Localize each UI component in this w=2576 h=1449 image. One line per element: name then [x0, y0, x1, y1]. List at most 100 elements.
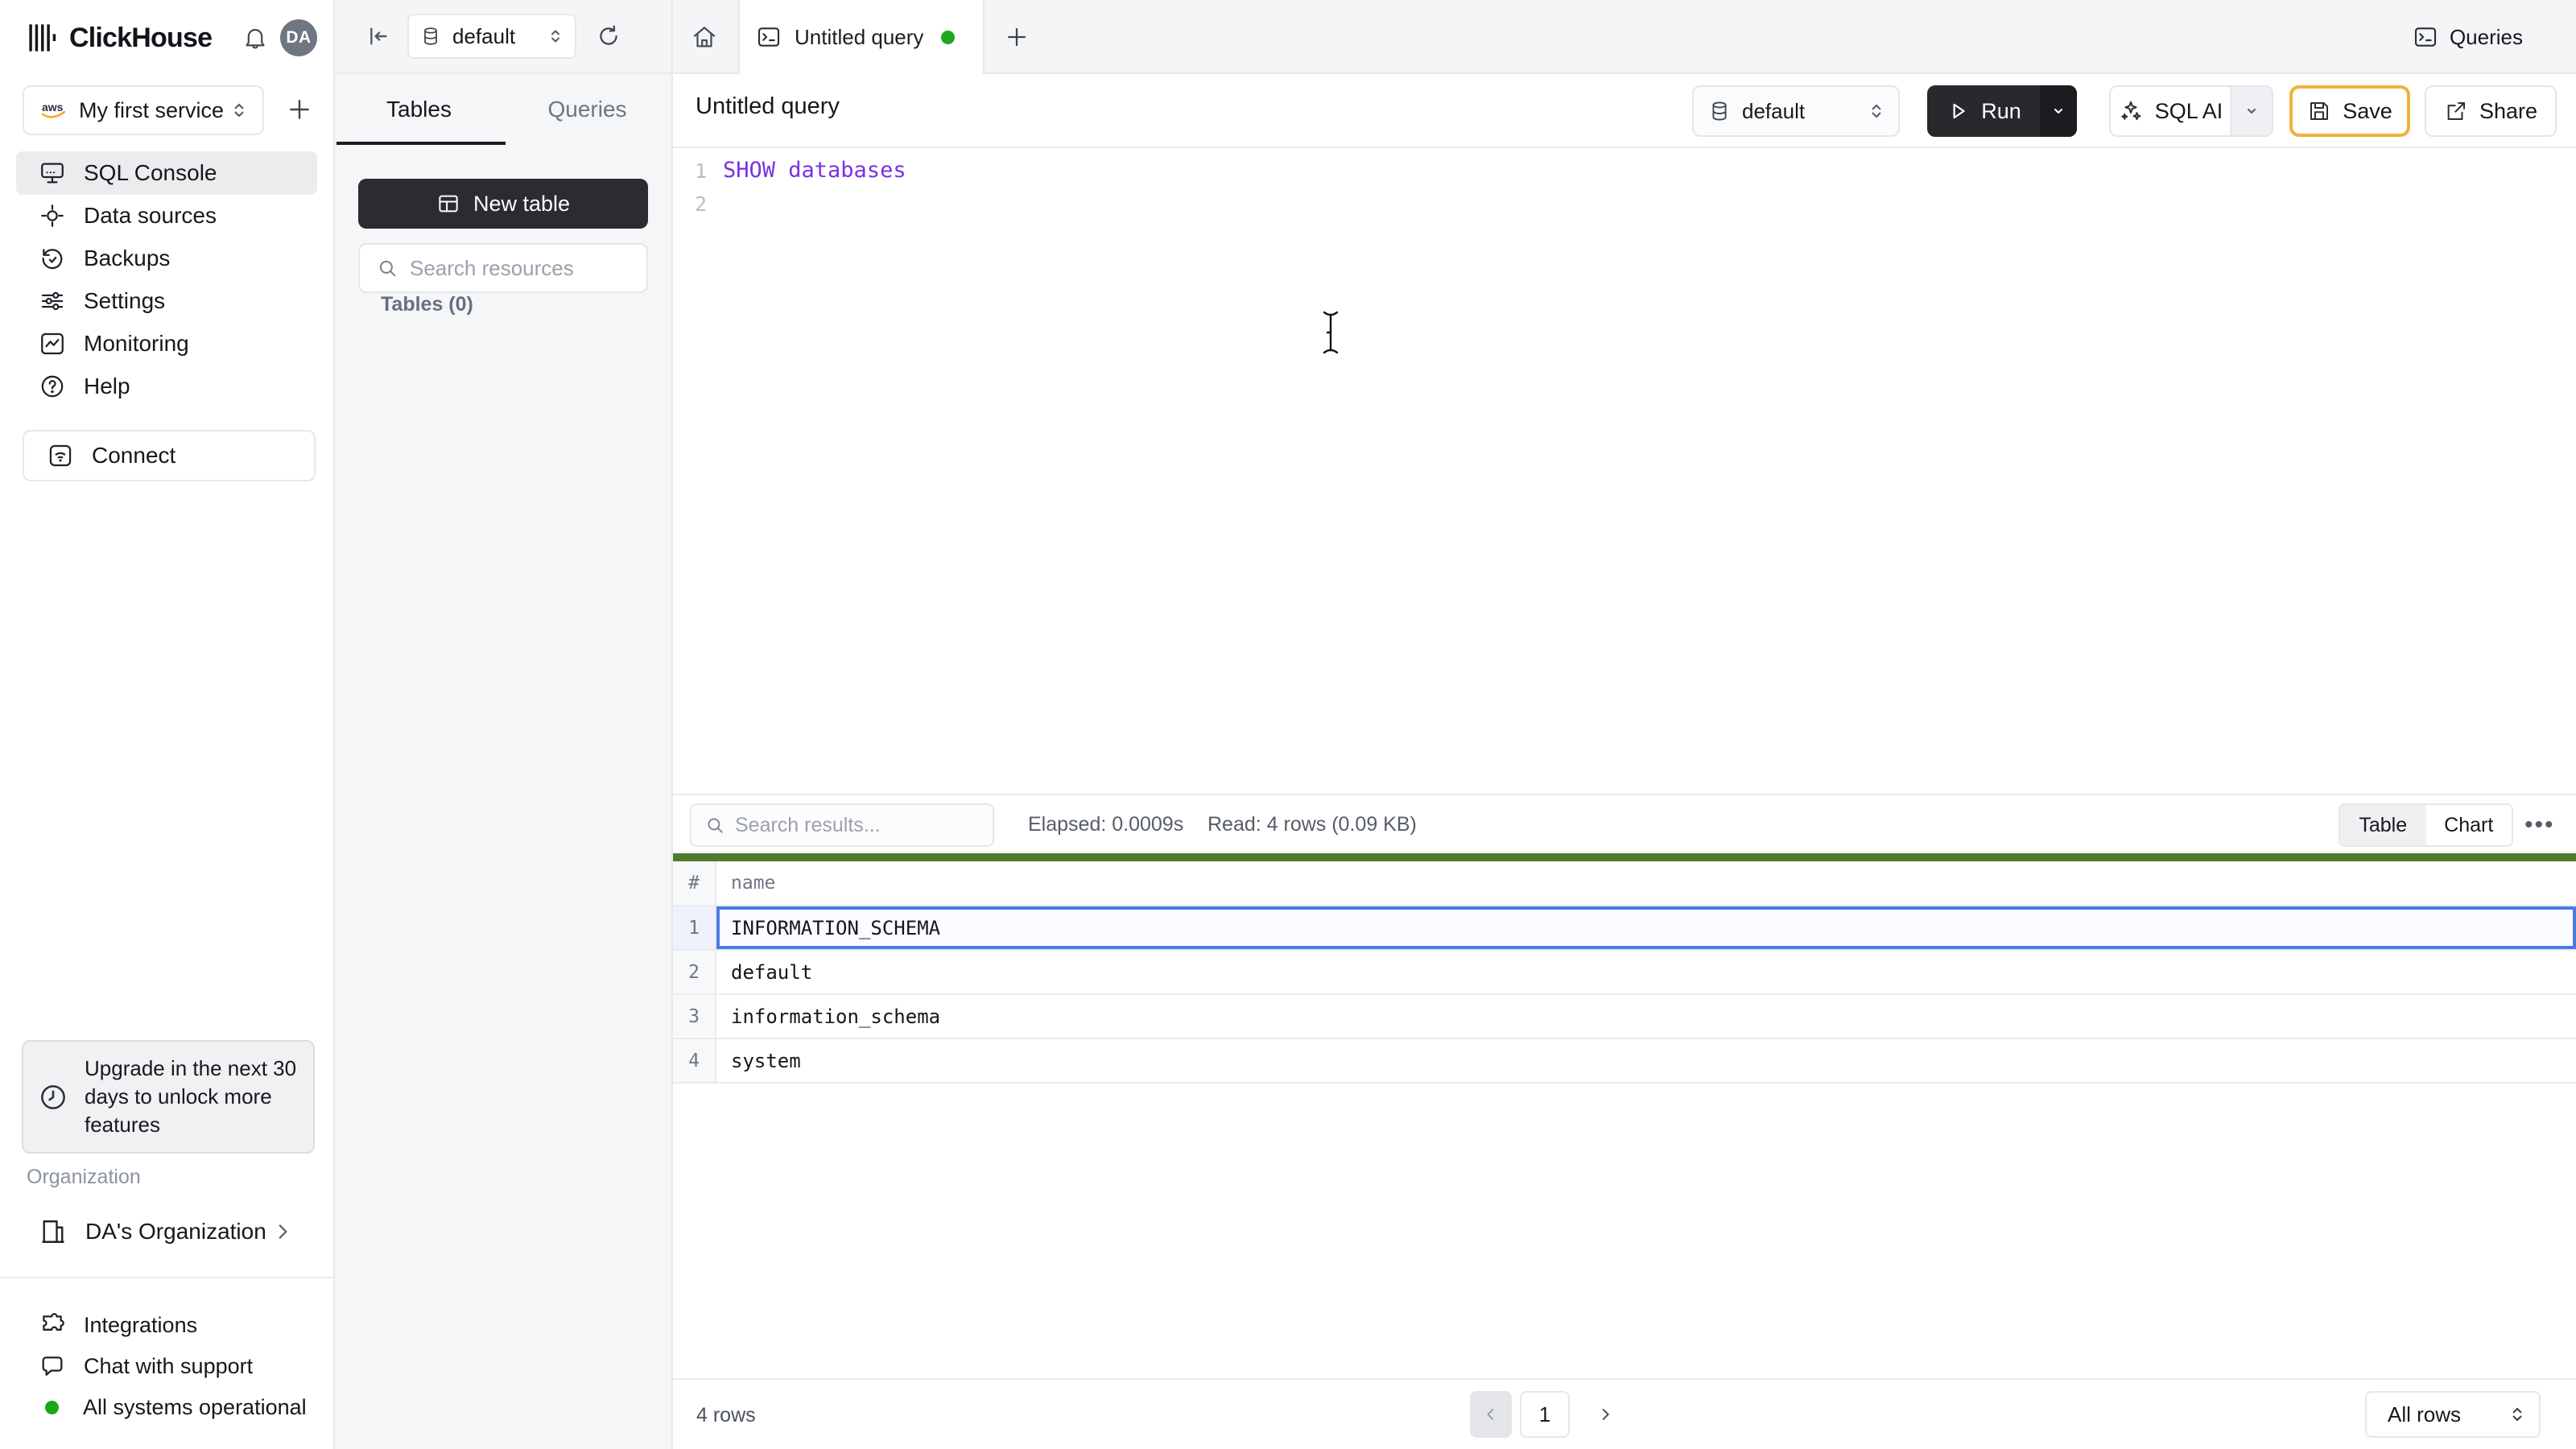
connect-icon [47, 442, 74, 469]
building-icon [39, 1217, 68, 1246]
service-selector[interactable]: aws My first service [23, 85, 264, 135]
resource-panel: default Tables Queries New table Search … [335, 0, 673, 1449]
tab-tables[interactable]: Tables [335, 74, 503, 145]
refresh-icon[interactable] [596, 23, 621, 49]
new-table-button[interactable]: New table [358, 179, 648, 229]
connect-button[interactable]: Connect [23, 430, 316, 481]
toggle-chart[interactable]: Chart [2426, 805, 2512, 845]
clock-icon [38, 1082, 68, 1113]
database-selector-topbar[interactable]: default [407, 14, 576, 59]
database-selector-header[interactable]: default [1692, 85, 1900, 137]
sql-editor[interactable]: 1 SHOW databases 2 [673, 148, 2576, 794]
sidebar-item-sql-console[interactable]: SQL Console [16, 151, 317, 195]
sidebar-item-label: Help [84, 374, 130, 398]
column-header-index[interactable]: # [673, 861, 716, 905]
sidebar-item-settings[interactable]: Settings [16, 279, 317, 323]
cell-name[interactable]: INFORMATION_SCHEMA [716, 906, 2576, 949]
results-search-input[interactable] [735, 813, 981, 837]
database-icon [420, 26, 441, 47]
table-row[interactable]: 1 INFORMATION_SCHEMA [673, 906, 2576, 951]
row-count-label: 4 rows [696, 1404, 756, 1426]
queries-button[interactable]: Queries [2413, 0, 2523, 74]
sidebar-item-monitoring[interactable]: Monitoring [16, 322, 317, 365]
elapsed-stat: Elapsed: 0.0009s [1028, 813, 1184, 836]
page-size-selector[interactable]: All rows [2365, 1391, 2541, 1438]
run-options-caret[interactable] [2040, 85, 2077, 137]
resource-search-input[interactable] [410, 255, 634, 281]
search-icon [376, 257, 398, 279]
toggle-table[interactable]: Table [2340, 805, 2426, 845]
pagination-page-button[interactable]: 1 [1520, 1391, 1570, 1438]
query-header: Untitled query default Run SQL AI Save S… [673, 74, 2576, 148]
user-avatar[interactable]: DA [280, 19, 317, 56]
row-index: 1 [673, 906, 716, 949]
row-index: 2 [673, 951, 716, 993]
sidebar-item-label: SQL Console [84, 160, 217, 185]
queries-button-label: Queries [2449, 24, 2523, 49]
resource-panel-topbar: default [335, 0, 671, 74]
chevron-updown-icon [1866, 101, 1887, 122]
sidebar-divider [0, 1277, 335, 1278]
sql-ai-button[interactable]: SQL AI [2111, 87, 2230, 135]
sidebar-item-backups[interactable]: Backups [16, 237, 317, 280]
table-row[interactable]: 3 information_schema [673, 995, 2576, 1039]
table-row[interactable]: 2 default [673, 951, 2576, 995]
share-external-icon [2444, 99, 2468, 123]
home-icon[interactable] [691, 23, 718, 51]
pagination-next-button[interactable] [1584, 1391, 1626, 1438]
sql-ai-caret[interactable] [2230, 87, 2272, 135]
sparkles-icon [2118, 98, 2144, 124]
clickhouse-logo-icon [27, 22, 60, 54]
upgrade-notice: Upgrade in the next 30 days to unlock mo… [22, 1040, 315, 1154]
sidebar-item-label: Settings [84, 288, 166, 313]
new-tab-plus-icon[interactable] [1005, 25, 1029, 49]
view-toggle: Table Chart [2339, 803, 2513, 847]
database-selector-value: default [1742, 98, 1806, 123]
table-row[interactable]: 4 system [673, 1039, 2576, 1084]
system-status-label: All systems operational [83, 1394, 307, 1419]
cell-name[interactable]: information_schema [716, 995, 2576, 1038]
system-status-row[interactable]: All systems operational [16, 1386, 317, 1428]
sidebar-item-integrations[interactable]: Integrations [16, 1304, 317, 1346]
share-button[interactable]: Share [2425, 85, 2557, 137]
column-header-name[interactable]: name [716, 861, 2576, 905]
cell-name[interactable]: default [716, 951, 2576, 993]
query-title[interactable]: Untitled query [696, 93, 840, 120]
notifications-bell-icon[interactable] [242, 24, 269, 52]
chevron-updown-icon [2507, 1404, 2528, 1425]
organization-selector[interactable]: DA's Organization [16, 1209, 317, 1254]
floppy-save-icon [2307, 99, 2331, 123]
save-button[interactable]: Save [2289, 85, 2410, 137]
query-tab-strip: Untitled query Queries [673, 0, 2576, 74]
help-circle-icon [39, 373, 66, 400]
query-tab-title: Untitled query [795, 24, 924, 49]
run-label: Run [1981, 98, 2021, 123]
add-service-button[interactable] [287, 97, 312, 122]
run-button[interactable]: Run [1927, 85, 2040, 137]
results-search[interactable] [690, 803, 994, 847]
sidebar-item-data-sources[interactable]: Data sources [16, 194, 317, 237]
unsaved-changes-dot-icon [941, 30, 956, 44]
run-button-group: Run [1927, 85, 2077, 137]
cell-name[interactable]: system [716, 1039, 2576, 1082]
row-index: 4 [673, 1039, 716, 1082]
results-table: # name 1 INFORMATION_SCHEMA 2 default 3 … [673, 861, 2576, 1084]
sidebar-item-chat-support[interactable]: Chat with support [16, 1345, 317, 1387]
svg-text:aws: aws [42, 101, 64, 114]
resource-tabs: Tables Queries [335, 74, 671, 145]
search-icon [704, 815, 725, 836]
pagination-prev-button[interactable] [1470, 1391, 1512, 1438]
sidebar-item-label: Data sources [84, 203, 217, 228]
read-stat: Read: 4 rows (0.09 KB) [1208, 813, 1417, 836]
tab-queries[interactable]: Queries [503, 74, 671, 145]
results-more-menu[interactable]: ••• [2524, 811, 2555, 839]
resource-search[interactable] [358, 243, 648, 293]
sidebar-item-label: Backups [84, 246, 171, 270]
chat-bubble-icon [39, 1352, 66, 1380]
query-tab-active[interactable]: Untitled query [738, 0, 985, 74]
tables-count-label: Tables (0) [381, 293, 473, 316]
connect-label: Connect [92, 443, 176, 468]
sidebar-item-help[interactable]: Help [16, 365, 317, 408]
chart-icon [39, 330, 66, 357]
collapse-back-icon[interactable] [365, 23, 391, 49]
